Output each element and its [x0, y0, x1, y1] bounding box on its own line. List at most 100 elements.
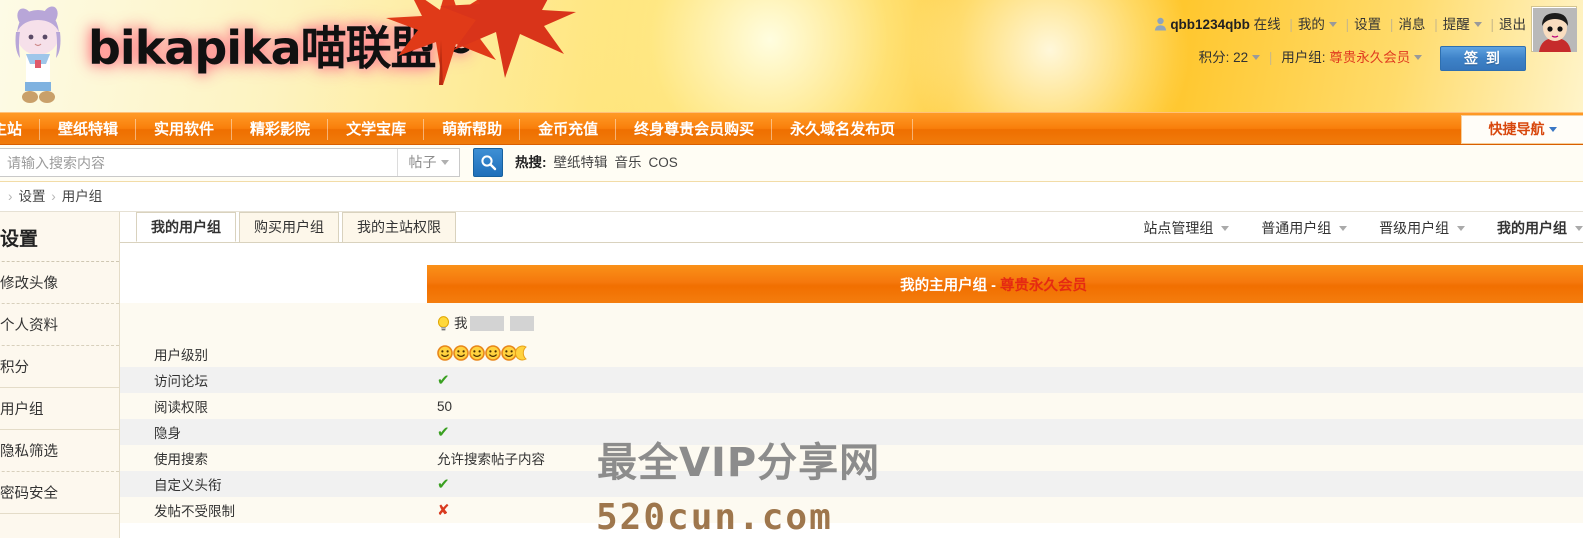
site-header: bikapika喵联盟~ qbb1234qbb 在线 | 我的 | 设置 | 消息 |…	[0, 0, 1583, 112]
username-link[interactable]: qbb1234qbb	[1170, 17, 1250, 32]
hot-item-1[interactable]: 音乐	[615, 155, 642, 170]
sidebar-group-usergroup: 用户组	[0, 388, 119, 430]
hot-item-2[interactable]: COS	[649, 155, 678, 170]
menu-my[interactable]: 我的	[1298, 17, 1325, 32]
row-label: 访问论坛	[154, 374, 208, 389]
row-label: 隐身	[154, 426, 181, 441]
sidebar-item-points[interactable]: 积分	[0, 346, 119, 387]
divider: |	[1434, 17, 1438, 32]
body-area: 设置 修改头像 个人资料 积分 用户组 隐私筛选 密码安全 我的用户组 购买用户…	[0, 212, 1583, 538]
sidebar-item-usergroup[interactable]: 用户组	[0, 388, 119, 429]
sidebar-item-password[interactable]: 密码安全	[0, 472, 119, 513]
usergroup-banner-dash: -	[987, 278, 1000, 294]
menu-logout[interactable]: 退出	[1499, 17, 1526, 32]
user-menu-row: qbb1234qbb 在线 | 我的 | 设置 | 消息 | 提醒 | 退出	[1154, 16, 1526, 34]
row-label: 用户级别	[154, 348, 208, 363]
chevron-down-icon[interactable]	[1252, 55, 1261, 61]
notice-value-cell: 我	[427, 312, 1583, 332]
menu-notices[interactable]: 提醒	[1443, 17, 1470, 32]
chevron-down-icon	[440, 160, 449, 165]
user-bar: qbb1234qbb 在线 | 我的 | 设置 | 消息 | 提醒 | 退出 积分: 22…	[1154, 16, 1526, 71]
breadcrumb-item-1[interactable]: 用户组	[62, 189, 103, 204]
signin-button[interactable]: 签 到	[1440, 46, 1526, 71]
page-root: bikapika喵联盟~ qbb1234qbb 在线 | 我的 | 设置 | 消息 |…	[0, 0, 1583, 538]
table-row: 用户级别	[120, 341, 1583, 367]
anime-girl-mascot-icon	[15, 6, 61, 103]
search-input[interactable]	[0, 149, 397, 176]
sidebar-group-profile: 修改头像 个人资料 积分	[0, 262, 119, 388]
avatar[interactable]	[1531, 6, 1577, 52]
nav-item-5[interactable]: 萌新帮助	[424, 113, 521, 146]
nav-item-2[interactable]: 实用软件	[136, 113, 233, 146]
usergroup-banner-name: 尊贵永久会员	[1000, 278, 1087, 294]
usergroup-value[interactable]: 尊贵永久会员	[1329, 50, 1410, 65]
group-link-admin[interactable]: 站点管理组	[1143, 220, 1230, 236]
redacted-text-2	[509, 316, 534, 331]
search-field-wrap: 帖子	[0, 148, 460, 177]
permissions-table: 我 用户级别 访问论坛 ✔ 阅读权限 50 隐身 ✔ 使用搜索 允许搜索帖子内容…	[120, 303, 1583, 523]
tab-my-usergroup[interactable]: 我的用户组	[136, 212, 236, 242]
nav-item-4[interactable]: 文学宝库	[328, 113, 425, 146]
quick-nav-label: 快捷导航	[1488, 121, 1545, 137]
group-links: 站点管理组 普通用户组 晋级用户组 我的用户组	[1115, 218, 1583, 238]
chevron-down-icon[interactable]	[1414, 55, 1423, 61]
row-value: ✘	[437, 502, 450, 519]
maple-leaf-icon-2	[440, 0, 576, 78]
tab-bar: 我的用户组 购买用户组 我的主站权限 站点管理组 普通用户组 晋级用户组 我的用…	[120, 212, 1583, 243]
nav-item-6[interactable]: 金币充值	[520, 113, 617, 146]
quick-nav-button[interactable]: 快捷导航	[1461, 115, 1583, 144]
table-row: 自定义头衔 ✔	[120, 471, 1583, 497]
chevron-down-icon[interactable]	[1575, 226, 1583, 231]
table-row: 访问论坛 ✔	[120, 367, 1583, 393]
nav-item-1[interactable]: 壁纸特辑	[40, 113, 137, 146]
menu-messages[interactable]: 消息	[1398, 17, 1425, 32]
group-link-normal[interactable]: 普通用户组	[1261, 220, 1348, 236]
nav-item-3[interactable]: 精彩影院	[232, 113, 329, 146]
usergroup-banner-text: 我的主用户组 - 尊贵永久会员	[900, 274, 1087, 295]
sidebar-title: 设置	[0, 212, 119, 262]
row-value: ✔	[437, 372, 450, 389]
hot-item-0[interactable]: 壁纸特辑	[554, 155, 608, 170]
breadcrumb-arrow-icon: ›	[8, 189, 13, 204]
chevron-down-icon[interactable]	[1221, 226, 1230, 231]
chevron-down-icon[interactable]	[1328, 22, 1337, 27]
group-link-mine[interactable]: 我的用户组	[1497, 220, 1583, 236]
search-button[interactable]	[473, 148, 503, 177]
group-link-admin-label: 站点管理组	[1143, 220, 1214, 236]
sidebar-group-privacy: 隐私筛选 密码安全	[0, 430, 119, 514]
group-link-promote[interactable]: 晋级用户组	[1379, 220, 1466, 236]
table-row: 阅读权限 50	[120, 393, 1583, 419]
breadcrumb-item-0[interactable]: 设置	[19, 189, 46, 204]
row-label: 使用搜索	[154, 452, 208, 467]
tab-main-site-permissions[interactable]: 我的主站权限	[342, 212, 456, 242]
usergroup-label: 用户组:	[1281, 50, 1326, 66]
tab-buy-usergroup[interactable]: 购买用户组	[239, 212, 339, 242]
usergroup-banner: 我的主用户组 - 尊贵永久会员	[427, 265, 1583, 303]
chevron-down-icon	[1548, 127, 1557, 132]
header-glow	[560, 0, 980, 112]
search-icon	[480, 155, 496, 171]
hot-search: 热搜: 壁纸特辑 音乐 COS	[515, 148, 678, 177]
table-row-notice: 我	[120, 303, 1583, 341]
sidebar-item-avatar[interactable]: 修改头像	[0, 262, 119, 304]
nav-item-0[interactable]: 主站	[0, 113, 41, 146]
row-value: 50	[437, 398, 453, 414]
divider: |	[1268, 50, 1273, 66]
sidebar-item-privacy[interactable]: 隐私筛选	[0, 430, 119, 472]
nav-list: 主站 壁纸特辑 实用软件 精彩影院 文学宝库 萌新帮助 金币充值 终身尊贵会员购…	[0, 113, 1583, 146]
sidebar-item-profile[interactable]: 个人资料	[0, 304, 119, 346]
lightbulb-icon	[438, 316, 449, 331]
search-type-select[interactable]: 帖子	[397, 149, 459, 176]
nav-item-8[interactable]: 永久域名发布页	[772, 113, 914, 146]
main-panel: 我的用户组 购买用户组 我的主站权限 站点管理组 普通用户组 晋级用户组 我的用…	[120, 212, 1583, 538]
chevron-down-icon[interactable]	[1457, 226, 1466, 231]
chevron-down-icon[interactable]	[1339, 226, 1348, 231]
menu-settings[interactable]: 设置	[1354, 17, 1381, 32]
row-value: ✔	[437, 476, 450, 493]
divider: |	[1289, 17, 1293, 32]
nav-item-7[interactable]: 终身尊贵会员购买	[616, 113, 773, 146]
breadcrumb: › 设置 › 用户组	[0, 182, 1583, 212]
chevron-down-icon[interactable]	[1473, 22, 1482, 27]
table-row: 发帖不受限制 ✘	[120, 497, 1583, 523]
row-value: 允许搜索帖子内容	[437, 452, 545, 467]
